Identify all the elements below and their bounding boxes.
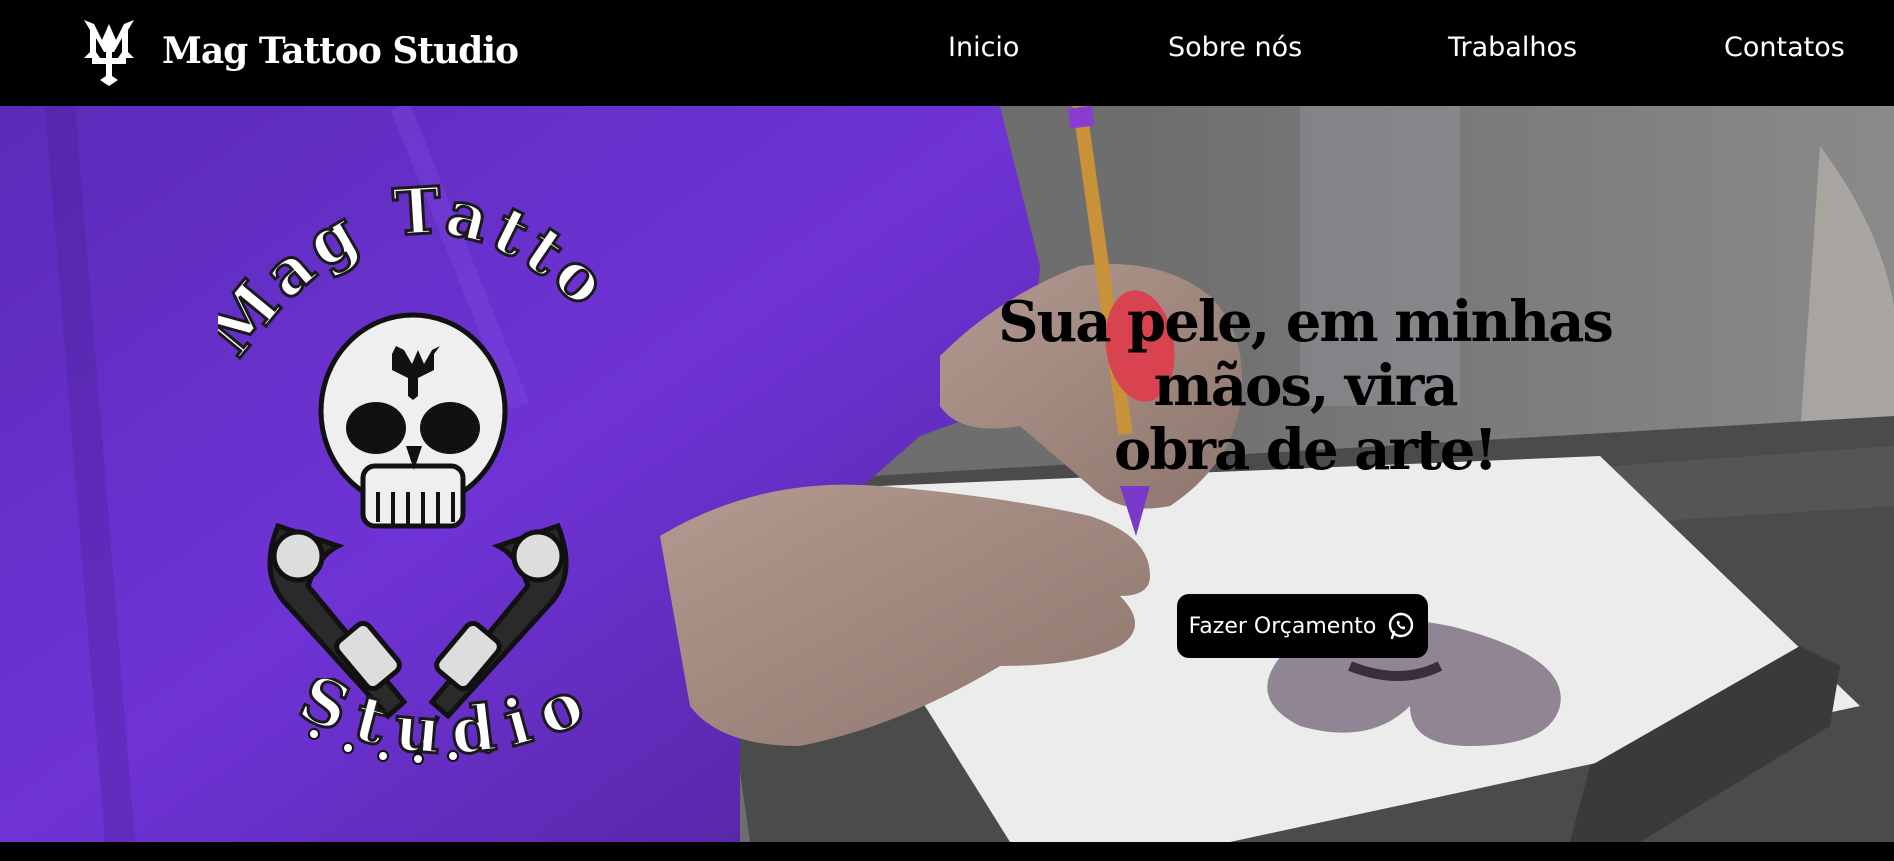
logo-bottom-text: Studio: [287, 678, 594, 772]
brand-name: Mag Tattoo Studio: [162, 30, 519, 72]
bottom-black-bar: [0, 842, 1894, 861]
hero-headline: Sua pele, em minhas mãos, vira obra de a…: [930, 290, 1680, 482]
hero-headline-line1: Sua pele, em minhas mãos, vira: [998, 289, 1614, 419]
skull-icon: [318, 312, 508, 529]
hero-section: Mag Tattoo: [0, 106, 1894, 842]
hero-headline-line2: obra de arte!: [1114, 417, 1498, 483]
top-nav: Mag Tattoo Studio Inicio Sobre nós Traba…: [0, 0, 1894, 106]
brand-monogram-icon: [84, 20, 134, 86]
quote-button-label: Fazer Orçamento: [1188, 613, 1377, 639]
svg-text:Studio: Studio: [289, 678, 607, 770]
whatsapp-icon: [1389, 612, 1414, 640]
hero-logo-bottom-text: Studio: [287, 678, 607, 772]
brand[interactable]: Mag Tattoo Studio: [78, 14, 519, 88]
nav-link-trabalhos[interactable]: Trabalhos: [1448, 32, 1577, 63]
nav-link-inicio[interactable]: Inicio: [948, 32, 1019, 63]
nav-link-sobre-nos[interactable]: Sobre nós: [1168, 32, 1302, 63]
nav-link-contatos[interactable]: Contatos: [1724, 32, 1845, 63]
quote-button[interactable]: Fazer Orçamento: [1177, 594, 1428, 658]
